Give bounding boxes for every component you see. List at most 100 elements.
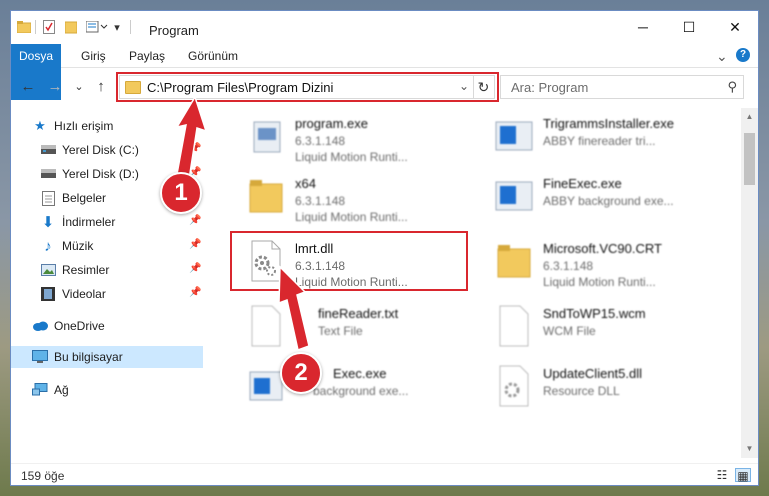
- sidebar-item-label: Videolar: [62, 287, 106, 301]
- file-item-program-exe[interactable]: program.exe 6.3.1.148 Liquid Motion Runt…: [238, 108, 478, 164]
- file-description: Liquid Motion Runti...: [295, 210, 408, 224]
- file-list: program.exe 6.3.1.148 Liquid Motion Runt…: [216, 108, 741, 458]
- sidebar-item-label: Hızlı erişim: [54, 119, 114, 133]
- properties-icon[interactable]: [42, 20, 56, 34]
- explorer-window: ▾ Program ─ ☐ ✕ Dosya Giriş Paylaş Görün…: [10, 10, 759, 486]
- divider: [130, 20, 131, 34]
- file-type: Resource DLL: [543, 384, 620, 398]
- item-count: 159 öğe: [21, 469, 65, 483]
- file-description: Liquid Motion Runti...: [295, 150, 408, 164]
- computer-icon: [32, 349, 48, 365]
- sidebar-item-label: Yerel Disk (D:): [62, 167, 139, 181]
- generic-file-icon: [494, 304, 534, 348]
- sidebar-item-label: Yerel Disk (C:): [62, 143, 139, 157]
- forward-arrow-icon[interactable]: →: [47, 78, 63, 96]
- file-name: program.exe: [295, 116, 368, 131]
- back-arrow-icon[interactable]: ←: [20, 78, 36, 96]
- file-item-sndtowp15-wcm[interactable]: SndToWP15.wcm WCM File: [486, 298, 726, 354]
- pin-icon[interactable]: 📌: [189, 215, 201, 226]
- scroll-up-arrow-icon[interactable]: ▲: [741, 112, 758, 121]
- window-title: Program: [149, 23, 199, 38]
- file-item-x64[interactable]: x64 6.3.1.148 Liquid Motion Runti...: [238, 168, 478, 224]
- file-highlight-box: [230, 231, 468, 291]
- sidebar-item-this-pc[interactable]: Bu bilgisayar: [11, 346, 203, 368]
- help-icon[interactable]: ?: [736, 48, 750, 62]
- new-folder-icon[interactable]: [64, 20, 78, 34]
- download-icon: ⬇: [41, 214, 55, 231]
- file-description: ABBY background exe...: [543, 194, 674, 208]
- scrollbar-thumb[interactable]: [744, 133, 755, 185]
- sidebar-item-disk-c[interactable]: Yerel Disk (C:) 📌: [11, 139, 203, 161]
- search-box[interactable]: Ara: Program ⚲: [500, 75, 744, 99]
- folder-icon: [494, 239, 534, 283]
- vertical-scrollbar[interactable]: ▲ ▼: [741, 108, 758, 458]
- sidebar-item-label: Resimler: [62, 263, 110, 277]
- sidebar-item-downloads[interactable]: ⬇ İndirmeler 📌: [11, 211, 203, 233]
- sidebar-item-onedrive[interactable]: OneDrive: [11, 315, 203, 337]
- text-file-icon: [246, 304, 286, 348]
- dll-gear-icon: [494, 364, 534, 408]
- file-item-finereader-txt[interactable]: fineReader.txt Text File: [238, 298, 478, 354]
- file-item-fineexec-exe[interactable]: FineExec.exe ABBY background exe...: [486, 168, 726, 224]
- file-item-updateclient5-dll[interactable]: UpdateClient5.dll Resource DLL: [486, 358, 726, 414]
- drive-icon: [40, 142, 56, 158]
- details-view-icon[interactable]: ☷: [714, 468, 730, 482]
- file-description: Liquid Motion Runti...: [543, 275, 656, 289]
- quick-access-dropdown[interactable]: ▾: [112, 20, 122, 34]
- file-description: ABBY finereader tri...: [543, 134, 656, 148]
- exe-icon: [494, 174, 534, 218]
- exe-icon: [246, 114, 286, 158]
- customize-toolbar-icon[interactable]: [86, 20, 108, 34]
- pin-icon[interactable]: 📌: [189, 263, 201, 274]
- divider: [35, 20, 36, 34]
- sidebar-item-videos[interactable]: Videolar 📌: [11, 283, 203, 305]
- file-description: background exe...: [313, 384, 409, 398]
- file-version: 6.3.1.148: [543, 259, 594, 273]
- pin-icon[interactable]: 📌: [189, 239, 201, 250]
- sidebar-item-label: OneDrive: [54, 319, 105, 333]
- pin-icon[interactable]: 📌: [189, 143, 201, 154]
- file-item-microsoft-vc90-crt[interactable]: Microsoft.VC90.CRT 6.3.1.148 Liquid Moti…: [486, 233, 726, 289]
- step-badge-2: 2: [280, 352, 322, 394]
- sidebar-item-music[interactable]: ♪ Müzik 📌: [11, 235, 203, 257]
- pictures-icon: [40, 262, 56, 278]
- sidebar-item-network[interactable]: Ağ: [11, 379, 203, 401]
- up-arrow-icon[interactable]: ↑: [93, 78, 109, 96]
- address-highlight-box: [116, 72, 499, 102]
- file-name: FineExec.exe: [543, 176, 622, 191]
- ribbon-expand-icon[interactable]: ⌄: [716, 44, 728, 68]
- ribbon: Dosya Giriş Paylaş Görünüm ⌄ ?: [11, 44, 758, 100]
- file-name: SndToWP15.wcm: [543, 306, 646, 321]
- tab-home[interactable]: Giriş: [81, 44, 106, 68]
- file-version: 6.3.1.148: [295, 134, 346, 148]
- close-button[interactable]: ✕: [712, 11, 758, 43]
- file-item-trigrammsinstaller-exe[interactable]: TrigrammsInstaller.exe ABBY finereader t…: [486, 108, 726, 164]
- file-name: UpdateClient5.dll: [543, 366, 643, 381]
- sidebar-item-label: Ağ: [54, 383, 69, 397]
- large-icons-view-icon[interactable]: ▦: [735, 468, 751, 483]
- file-name: fineReader.txt: [318, 306, 399, 321]
- folder-icon: [17, 20, 31, 34]
- star-icon: ★: [34, 118, 46, 133]
- recent-locations-icon[interactable]: ⌄: [71, 78, 87, 96]
- file-name: TrigrammsInstaller.exe: [543, 116, 674, 131]
- search-input[interactable]: Ara: Program: [511, 80, 588, 95]
- sidebar-item-label: Belgeler: [62, 191, 107, 205]
- scroll-down-arrow-icon[interactable]: ▼: [741, 444, 758, 453]
- sidebar-item-pictures[interactable]: Resimler 📌: [11, 259, 203, 281]
- exe-icon: [494, 114, 534, 158]
- title-bar: ▾ Program ─ ☐ ✕: [11, 11, 758, 43]
- file-name: Exec.exe: [333, 366, 387, 381]
- maximize-button[interactable]: ☐: [666, 11, 712, 43]
- drive-icon: [40, 166, 56, 182]
- minimize-button[interactable]: ─: [620, 11, 666, 43]
- search-icon[interactable]: ⚲: [727, 79, 737, 95]
- file-item-exec-exe[interactable]: Exec.exe background exe...: [238, 358, 478, 414]
- sidebar-item-quick-access[interactable]: ★ Hızlı erişim: [11, 115, 203, 137]
- tab-share[interactable]: Paylaş: [129, 44, 165, 68]
- file-name: Microsoft.VC90.CRT: [543, 241, 662, 256]
- file-type: Text File: [318, 324, 363, 338]
- tab-view[interactable]: Görünüm: [188, 44, 238, 68]
- pin-icon[interactable]: 📌: [189, 287, 201, 298]
- sidebar-item-label: Bu bilgisayar: [54, 350, 123, 364]
